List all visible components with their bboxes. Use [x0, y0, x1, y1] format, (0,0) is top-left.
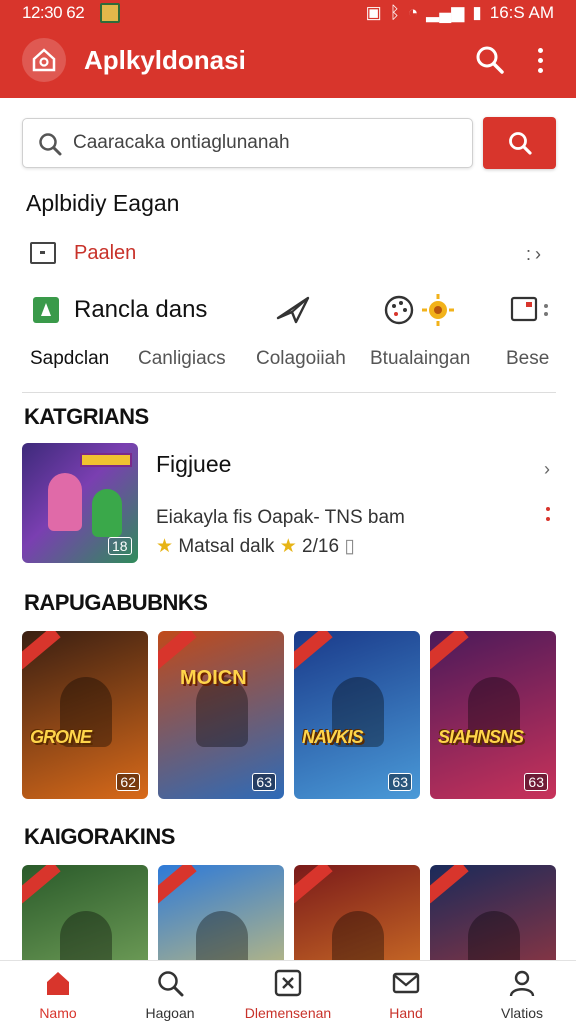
status-bar: 12:30 62 ▣ ᛒ ◔ ▂▄▆ ▮ 16:S AM: [0, 0, 576, 28]
star-icon: ★: [156, 536, 174, 557]
notification-icon: [100, 3, 120, 23]
card-title: GRONE: [30, 727, 92, 747]
featured-meta: ★ Matsal dalk ★ 2/16 ▯: [156, 535, 355, 558]
ribbon-badge: [294, 865, 333, 904]
library-icon: [274, 969, 302, 997]
game-logo: [80, 453, 132, 467]
tab-4[interactable]: Btualaingan: [370, 348, 470, 370]
app-logo-icon[interactable]: [22, 38, 66, 82]
feature-row[interactable]: Paalen :›: [0, 232, 576, 276]
wifi-icon: ◔: [407, 3, 419, 22]
heading-group-2: RAPUGABUBNKS: [24, 590, 208, 615]
nav-label: Dlemensenan: [244, 1005, 332, 1021]
play-store-icon[interactable]: [32, 296, 60, 324]
featured-title: Figjuee: [156, 451, 232, 477]
status-icons: ▣ ᛒ ◔ ▂▄▆ ▮ 16:S AM: [366, 3, 554, 23]
heading-group-3: KAIGORAKINS: [24, 824, 175, 849]
search-icon: [37, 131, 63, 157]
featured-meta-right: 2/16: [302, 536, 340, 557]
nav-search[interactable]: Hagoan: [120, 961, 220, 1024]
home-icon: [44, 969, 72, 997]
featured-thumbnail[interactable]: 18: [22, 443, 138, 563]
download-icon: ▯: [344, 536, 355, 557]
nav-library[interactable]: Dlemensenan: [238, 961, 338, 1024]
section-title: Aplbidiy Eagan: [26, 190, 180, 216]
search-placeholder: Caaracaka ontiaglunanah: [73, 132, 290, 153]
featured-meta-left: Matsal dalk: [178, 536, 275, 557]
battery-icon: ▮: [472, 3, 482, 22]
app-bar: Aplkyldonasi: [0, 30, 576, 92]
category-label: Rancla dans: [74, 296, 208, 323]
mail-icon: [392, 969, 420, 997]
card-title: SIAHNSNS: [438, 727, 524, 747]
character-figure: [92, 489, 122, 537]
card-title: NAVKIS: [302, 727, 364, 747]
signal-icon: ▂▄▆: [426, 3, 465, 22]
more-menu-icon[interactable]: [528, 44, 552, 76]
nav-home[interactable]: Namo: [8, 961, 108, 1024]
game-card[interactable]: SIAHNSNS 63: [430, 631, 556, 799]
frame-icon[interactable]: [510, 294, 550, 334]
palette-icon[interactable]: [382, 292, 422, 332]
character-figure: [48, 473, 82, 531]
card-badge: 62: [116, 773, 140, 791]
nfc-icon: ▣: [365, 3, 382, 22]
status-clock: 16:S AM: [489, 3, 554, 22]
nav-label: Hand: [389, 1005, 423, 1021]
more-menu-icon[interactable]: [546, 507, 554, 521]
nav-mail[interactable]: Hand: [356, 961, 456, 1024]
game-grid-row-1: GRONE 62 MOICN 63 NAVKIS 63 SIAHNSNS 63: [22, 631, 576, 799]
ribbon-badge: [22, 631, 61, 670]
tab-3[interactable]: Colagoiiah: [256, 348, 346, 370]
heading-categories: KATGRIANS: [24, 404, 149, 429]
search-icon: [508, 132, 532, 155]
search-icon: [156, 969, 184, 997]
nav-label: Namo: [39, 1005, 77, 1021]
nav-label: Hagoan: [145, 1005, 195, 1021]
send-icon[interactable]: [274, 292, 314, 332]
app-title: Aplkyldonasi: [84, 45, 246, 75]
card-badge: 63: [524, 773, 548, 791]
game-card[interactable]: MOICN 63: [158, 631, 284, 799]
search-icon[interactable]: [474, 44, 506, 76]
ribbon-badge: [22, 865, 61, 904]
nav-label: Vlatios: [500, 1005, 544, 1021]
bottom-navigation: Namo Hagoan Dlemensenan Hand Vlatios: [0, 960, 576, 1024]
tab-2[interactable]: Canligiacs: [138, 348, 226, 370]
top-app-bar: 12:30 62 ▣ ᛒ ◔ ▂▄▆ ▮ 16:S AM Aplkyldonas…: [0, 0, 576, 98]
age-badge: 18: [108, 537, 132, 555]
game-card[interactable]: NAVKIS 63: [294, 631, 420, 799]
card-badge: 63: [388, 773, 412, 791]
chevron-right-icon[interactable]: :›: [526, 244, 545, 265]
card-logo-text: MOICN: [180, 667, 247, 689]
tab-5[interactable]: Bese: [506, 348, 549, 370]
profile-icon: [508, 969, 536, 997]
feature-label: Paalen: [74, 242, 137, 264]
card-badge: 63: [252, 773, 276, 791]
card-icon: [30, 242, 56, 264]
ribbon-badge: [430, 865, 469, 904]
ribbon-badge: [158, 631, 197, 670]
featured-app[interactable]: 18 Figjuee Eiakayla fis Oapak- TNS bam ★…: [22, 443, 556, 565]
status-time: 12:30 62: [22, 3, 85, 22]
bluetooth-icon: ᛒ: [389, 3, 400, 22]
search-field[interactable]: Caaracaka ontiaglunanah: [22, 118, 473, 168]
sun-icon[interactable]: [420, 292, 460, 332]
featured-description: Eiakayla fis Oapak- TNS bam: [156, 507, 405, 528]
game-card[interactable]: GRONE 62: [22, 631, 148, 799]
tab-bar: Sapdclan Canligiacs Colagoiiah Btualaing…: [0, 344, 576, 374]
search-button[interactable]: [483, 117, 556, 169]
ribbon-badge: [430, 631, 469, 670]
tab-1[interactable]: Sapdclan: [30, 348, 109, 370]
star-icon: ★: [279, 536, 297, 557]
nav-profile[interactable]: Vlatios: [472, 961, 572, 1024]
chevron-right-icon[interactable]: ›: [544, 459, 550, 480]
divider: [22, 392, 556, 393]
ribbon-badge: [294, 631, 333, 670]
ribbon-badge: [158, 865, 197, 904]
